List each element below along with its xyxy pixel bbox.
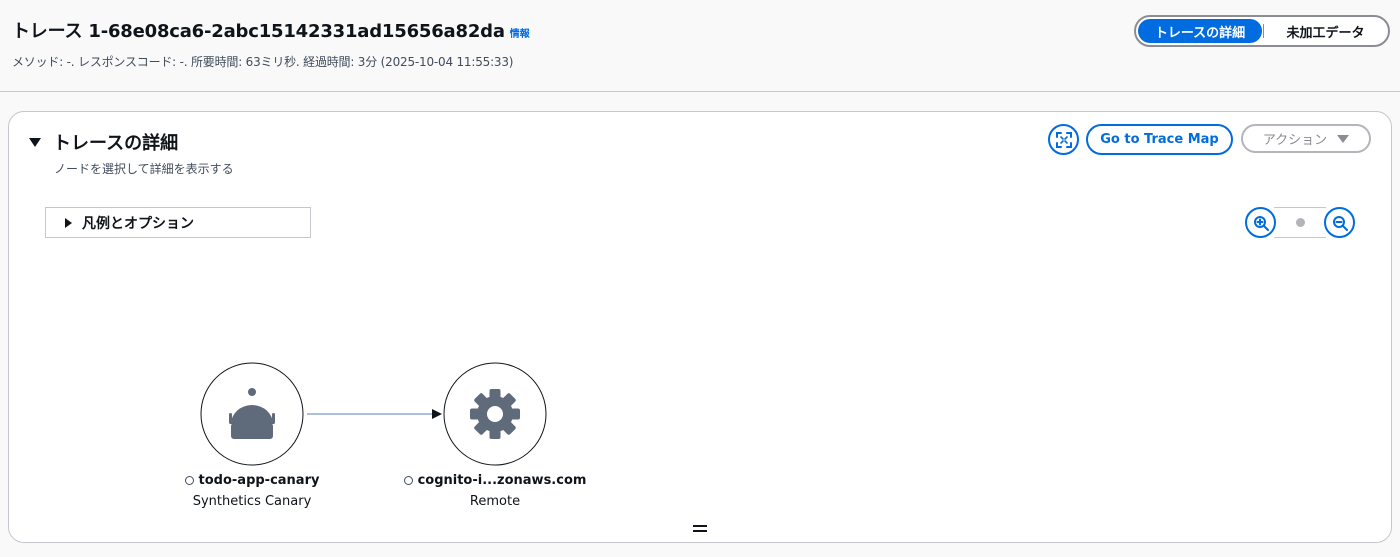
status-circle-icon [403, 476, 413, 485]
node-type: Synthetics Canary [192, 494, 312, 509]
view-segmented-control: トレースの詳細 未加工データ [1134, 15, 1390, 47]
zoom-out-icon [1332, 215, 1348, 231]
node-name: todo-app-canary [142, 473, 362, 488]
trace-metadata: メソッド: -. レスポンスコード: -. 所要時間: 63ミリ秒. 経過時間:… [12, 55, 514, 69]
resize-handle[interactable] [693, 525, 707, 533]
tab-trace-details[interactable]: トレースの詳細 [1138, 19, 1262, 43]
page-title: トレース 1-68e08ca6-2abc15142331ad15656a82da [12, 21, 505, 42]
node-label-remote: cognito-i...zonaws.com Remote [385, 473, 605, 509]
node-name-text: cognito-i...zonaws.com [417, 473, 587, 488]
resize-handle-line [693, 530, 707, 532]
resize-handle-line [693, 525, 707, 527]
gear-icon [470, 389, 520, 439]
trace-details-panel: トレースの詳細 ノードを選択して詳細を表示する Go to Trace Map … [8, 111, 1392, 543]
zoom-in-button[interactable] [1245, 207, 1276, 238]
tab-raw-data[interactable]: 未加工データ [1265, 19, 1386, 43]
info-link[interactable]: 情報 [510, 25, 530, 40]
zoom-in-icon [1253, 215, 1269, 231]
status-circle-icon [184, 476, 194, 485]
segment-divider [1263, 24, 1264, 38]
page-header: トレース 1-68e08ca6-2abc15142331ad15656a82da… [0, 0, 1400, 92]
node-type: Remote [469, 494, 521, 509]
node-name-text: todo-app-canary [198, 473, 320, 488]
node-label-canary: todo-app-canary Synthetics Canary [142, 473, 362, 509]
zoom-out-button[interactable] [1324, 207, 1355, 238]
node-name: cognito-i...zonaws.com [385, 473, 605, 488]
graph-node-remote[interactable] [443, 362, 547, 466]
title-row: トレース 1-68e08ca6-2abc15142331ad15656a82da… [12, 17, 530, 43]
graph-node-canary[interactable] [200, 362, 304, 466]
